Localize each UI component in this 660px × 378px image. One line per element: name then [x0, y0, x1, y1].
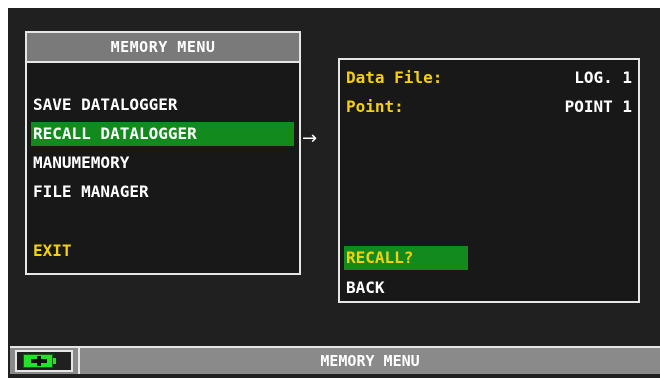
status-bar: MEMORY MENU [10, 346, 660, 374]
memory-menu-panel: MEMORY MENU SAVE DATALOGGER RECALL DATAL… [25, 31, 301, 275]
data-file-label: Data File: [346, 68, 443, 87]
battery-charging-icon [23, 354, 53, 368]
plug-icon [31, 356, 47, 366]
back-button[interactable]: BACK [344, 276, 385, 300]
menu-item-file-manager[interactable]: FILE MANAGER [31, 180, 294, 204]
battery-indicator [15, 350, 73, 372]
battery-tip [53, 358, 56, 364]
device-screen: MEMORY MENU SAVE DATALOGGER RECALL DATAL… [8, 8, 660, 378]
status-title: MEMORY MENU [78, 348, 660, 374]
menu-item-save-datalogger[interactable]: SAVE DATALOGGER [31, 93, 294, 117]
panel-title: MEMORY MENU [27, 33, 299, 63]
recall-button[interactable]: RECALL? [344, 246, 468, 270]
right-arrow-icon: → [302, 128, 318, 149]
data-file-value[interactable]: LOG. 1 [574, 66, 632, 90]
menu-item-manumemory[interactable]: MANUMEMORY [31, 151, 294, 175]
point-value[interactable]: POINT 1 [565, 95, 632, 119]
recall-details-panel: Data File: LOG. 1 Point: POINT 1 RECALL?… [338, 58, 640, 303]
point-label: Point: [346, 97, 404, 116]
menu-item-exit[interactable]: EXIT [31, 239, 294, 263]
menu-item-recall-datalogger[interactable]: RECALL DATALOGGER [31, 122, 294, 146]
